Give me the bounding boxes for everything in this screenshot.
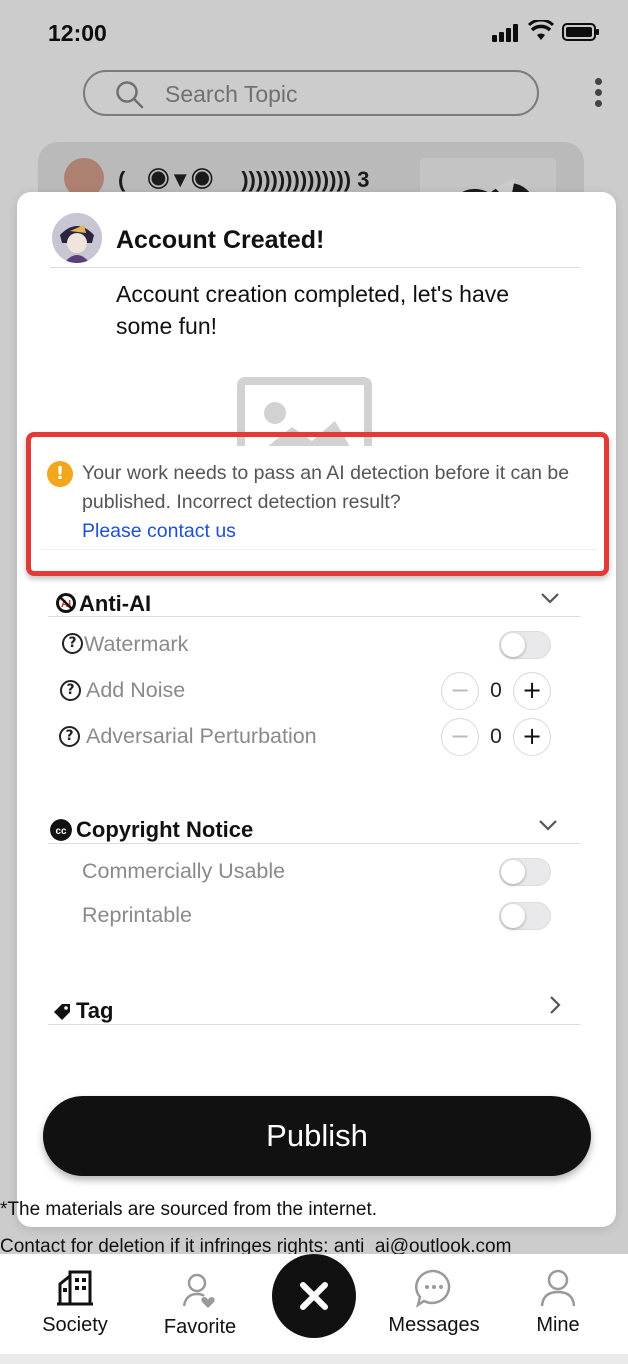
adversarial-perturbation-label: Adversarial Perturbation (86, 724, 317, 748)
chevron-down-icon[interactable] (539, 587, 561, 609)
tab-label: Messages (388, 1314, 480, 1336)
dialog-message: Account creation completed, let's have s… (116, 281, 510, 339)
tab-mine[interactable]: Mine (520, 1268, 596, 1337)
watermark-label: Watermark (84, 632, 189, 656)
dialog-title: Account Created! (116, 226, 325, 254)
chat-bubble-icon (415, 1269, 451, 1308)
perturbation-value: 0 (490, 725, 502, 748)
user-avatar (52, 213, 102, 263)
commercially-usable-label: Commercially Usable (82, 859, 286, 883)
account-created-dialog: Account Created! Account creation comple… (17, 192, 616, 1227)
tab-label: Society (42, 1314, 108, 1336)
noise-value: 0 (490, 679, 502, 702)
help-icon[interactable]: ? (62, 633, 83, 654)
divider (48, 1024, 580, 1025)
svg-text:cc: cc (55, 826, 67, 837)
tag-heading: Tag (76, 998, 114, 1023)
commercially-usable-toggle[interactable] (499, 858, 551, 886)
divider (50, 267, 580, 268)
tab-label: Favorite (163, 1316, 237, 1338)
creative-commons-icon: cc (50, 819, 72, 841)
help-icon[interactable]: ? (59, 726, 80, 747)
user-icon (540, 1269, 576, 1307)
publish-button[interactable]: Publish (43, 1096, 591, 1176)
noise-increment-button[interactable]: + (513, 672, 551, 710)
materials-disclaimer: *The materials are sourced from the inte… (0, 1199, 378, 1220)
user-heart-icon (182, 1273, 215, 1308)
tab-society[interactable]: Society (30, 1268, 120, 1337)
no-ai-icon: AI (56, 593, 76, 613)
divider (48, 843, 580, 844)
reprintable-label: Reprintable (82, 903, 192, 927)
help-icon[interactable]: ? (60, 680, 81, 701)
highlight-box (26, 432, 609, 576)
reprintable-toggle[interactable] (499, 902, 551, 930)
perturbation-increment-button[interactable]: + (513, 718, 551, 756)
perturbation-decrement-button[interactable]: − (441, 718, 479, 756)
watermark-toggle[interactable] (499, 631, 551, 659)
tab-favorite[interactable]: Favorite (152, 1270, 248, 1339)
chevron-down-icon[interactable] (537, 814, 559, 836)
close-button[interactable] (272, 1254, 356, 1338)
tag-icon (54, 1004, 70, 1020)
close-icon (300, 1282, 328, 1310)
noise-decrement-button[interactable]: − (441, 672, 479, 710)
copyright-notice-heading: Copyright Notice (76, 817, 254, 842)
add-noise-label: Add Noise (86, 678, 186, 702)
building-icon (57, 1270, 93, 1306)
tab-label: Mine (536, 1314, 580, 1336)
divider (48, 616, 580, 617)
home-indicator-area (0, 1354, 628, 1364)
chevron-right-icon[interactable] (544, 994, 566, 1016)
tab-messages[interactable]: Messages (384, 1268, 484, 1337)
anti-ai-heading: Anti-AI (79, 591, 152, 616)
